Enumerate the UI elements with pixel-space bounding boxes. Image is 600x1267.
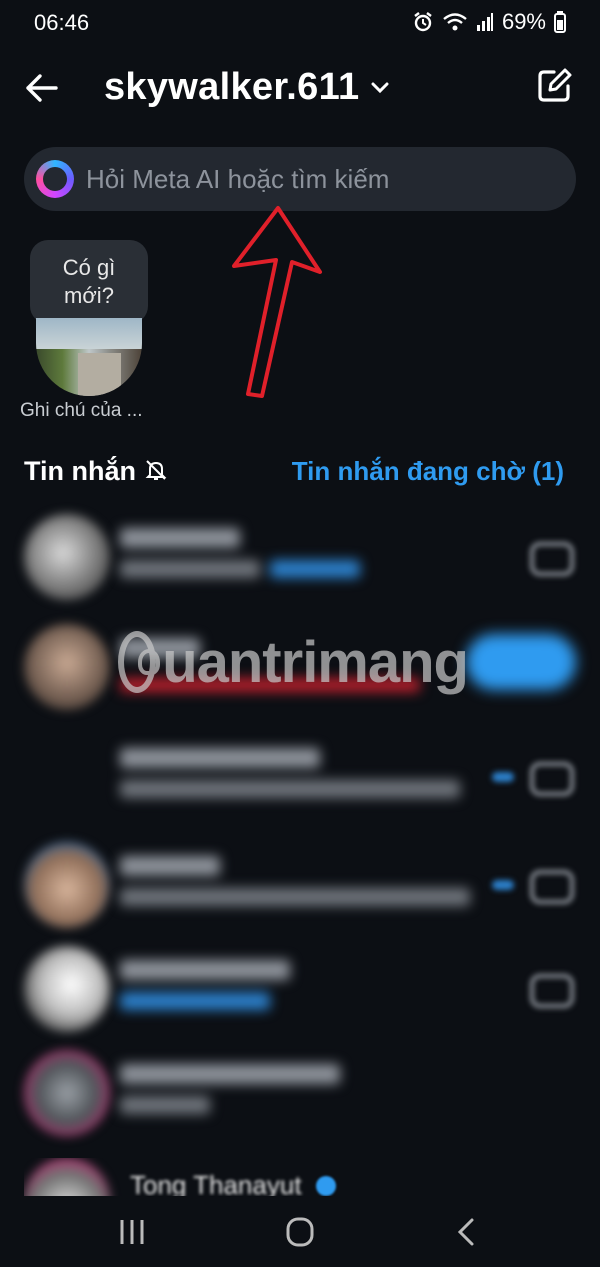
verified-badge-icon <box>316 1176 336 1196</box>
section-title: Tin nhắn <box>24 456 136 486</box>
note-bubble-line: Có gì <box>62 255 116 280</box>
annotation-arrow-icon <box>232 206 322 398</box>
camera-icon[interactable] <box>530 974 574 1008</box>
list-item[interactable] <box>24 734 576 820</box>
messages-section-header: Tin nhắn Tin nhắn đang chờ (1) <box>24 452 576 492</box>
page-title: skywalker.611 <box>104 66 360 108</box>
home-icon[interactable] <box>280 1214 320 1250</box>
status-bar: 06:46 69% <box>0 0 600 46</box>
avatar <box>24 946 110 1032</box>
lightbulb-icon <box>118 631 161 693</box>
meta-ai-ring-icon <box>36 160 74 198</box>
system-nav-bar <box>0 1196 600 1267</box>
recent-apps-icon[interactable] <box>112 1214 152 1250</box>
arrow-left-icon[interactable] <box>22 68 62 108</box>
battery-percent: 69% <box>501 9 546 34</box>
header: skywalker.611 <box>0 60 600 116</box>
bell-off-icon[interactable] <box>144 458 168 482</box>
unread-dot <box>492 880 514 890</box>
status-icons: 69% <box>412 9 566 35</box>
unread-dot <box>492 772 514 782</box>
watermark: uantrimang <box>118 622 469 702</box>
avatar <box>24 842 110 928</box>
list-item[interactable] <box>24 946 576 1032</box>
message-requests-link[interactable]: Tin nhắn đang chờ (1) <box>292 456 564 487</box>
camera-icon[interactable] <box>530 542 574 576</box>
alarm-icon <box>414 12 432 32</box>
back-icon[interactable] <box>448 1214 488 1250</box>
list-item[interactable] <box>24 1050 576 1136</box>
list-item[interactable] <box>24 514 576 600</box>
chevron-down-icon <box>371 82 389 93</box>
avatar <box>24 624 110 710</box>
camera-icon[interactable] <box>530 762 574 796</box>
note-bubble-line: mới? <box>64 283 114 308</box>
list-item[interactable] <box>24 842 576 928</box>
compose-icon[interactable] <box>534 66 574 106</box>
camera-icon[interactable] <box>530 870 574 904</box>
search-bar[interactable] <box>24 147 576 211</box>
avatar <box>24 514 110 600</box>
signal-icon <box>476 13 493 31</box>
account-switcher[interactable]: skywalker.611 <box>104 66 389 109</box>
wifi-icon <box>443 13 467 31</box>
avatar <box>24 1050 110 1136</box>
status-time: 06:46 <box>34 10 90 35</box>
avatar <box>24 1158 110 1196</box>
note-caption: Ghi chú của ... <box>20 400 143 421</box>
message-pill <box>466 634 576 690</box>
note-bubble[interactable]: Có gì mới? <box>30 240 148 324</box>
search-input[interactable] <box>84 162 548 196</box>
watermark-text: uantrimang <box>162 629 469 695</box>
avatar[interactable] <box>36 318 142 396</box>
battery-icon <box>554 11 566 33</box>
